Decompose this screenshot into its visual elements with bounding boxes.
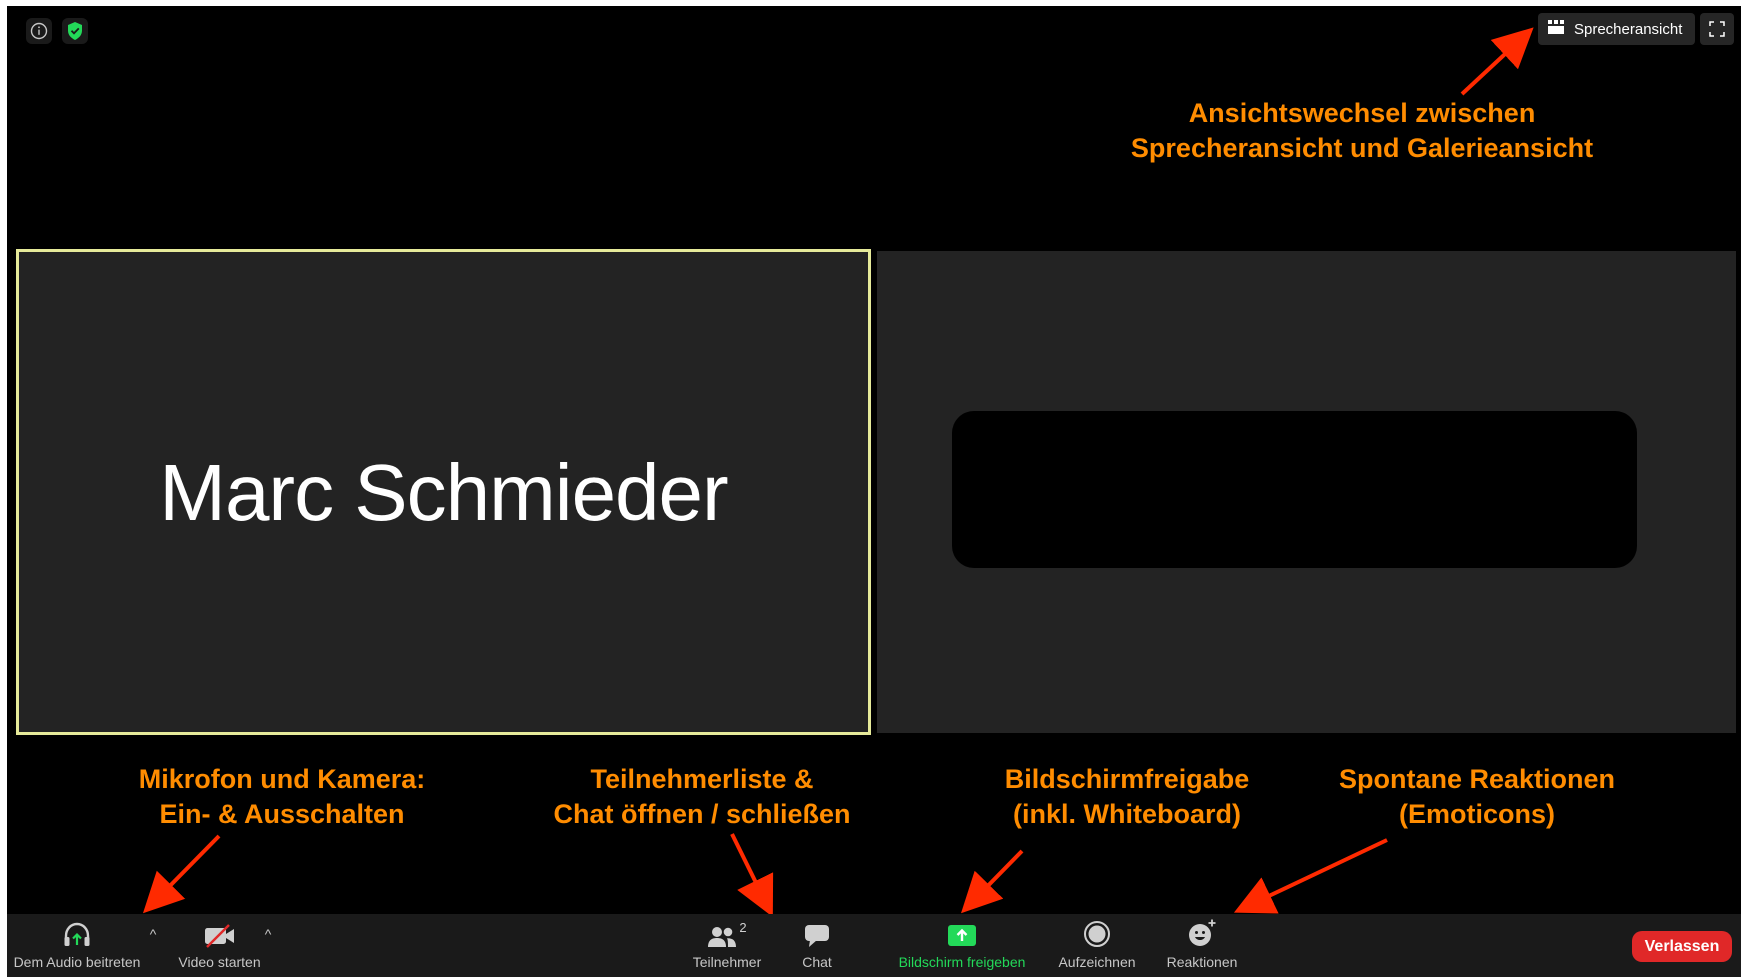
- active-speaker-tile: Marc Schmieder: [16, 249, 871, 735]
- reactions-label: Reaktionen: [1166, 954, 1238, 970]
- join-audio-label: Dem Audio beitreten: [13, 954, 141, 970]
- participants-icon: [708, 927, 737, 947]
- participant-tile: [877, 251, 1736, 733]
- participants-label: Teilnehmer: [692, 954, 762, 970]
- share-screen-icon: [948, 925, 976, 946]
- start-video-button[interactable]: Video starten: [157, 914, 282, 977]
- leave-meeting-button[interactable]: Verlassen: [1632, 931, 1732, 962]
- arrow-mic-camera: [142, 834, 221, 914]
- annotation-participants-chat: Teilnehmerliste & Chat öffnen / schließe…: [553, 764, 851, 829]
- fullscreen-button[interactable]: [1700, 13, 1734, 45]
- chat-icon: [805, 925, 829, 947]
- record-button[interactable]: Aufzeichnen: [1047, 914, 1147, 977]
- join-audio-button[interactable]: Dem Audio beitreten: [12, 914, 142, 977]
- arrow-screen-share: [961, 849, 1024, 914]
- share-screen-label: Bildschirm freigeben: [898, 954, 1026, 970]
- annotation-screen-share: Bildschirmfreigabe (inkl. Whiteboard): [1004, 764, 1250, 829]
- chat-button[interactable]: Chat: [787, 914, 847, 977]
- security-shield-icon[interactable]: [62, 18, 88, 44]
- redacted-box: [952, 411, 1637, 568]
- view-switch-button[interactable]: Sprecheransicht: [1538, 13, 1695, 45]
- start-video-label: Video starten: [178, 954, 261, 970]
- record-label: Aufzeichnen: [1058, 954, 1136, 970]
- annotation-view-switch: Ansichtswechsel zwischen Sprecheransicht…: [1130, 98, 1594, 163]
- annotation-mic-camera: Mikrofon und Kamera: Ein- & Ausschalten: [138, 764, 426, 829]
- record-icon: [1084, 921, 1110, 947]
- participants-count: 2: [739, 920, 747, 935]
- arrow-view-switch: [1460, 27, 1534, 96]
- reactions-icon: [1189, 919, 1216, 946]
- video-options-caret[interactable]: ^: [260, 926, 276, 942]
- chat-label: Chat: [802, 954, 832, 970]
- zoom-meeting-window: Sprecheransicht Ansichtswechsel zwischen…: [7, 6, 1741, 977]
- headphones-icon: [64, 922, 90, 946]
- video-off-icon: [204, 924, 234, 948]
- gallery-grid-icon: [1548, 20, 1564, 38]
- reactions-button[interactable]: Reaktionen: [1157, 914, 1247, 977]
- arrow-participants-chat: [730, 833, 774, 917]
- participants-button[interactable]: 2 Teilnehmer: [677, 914, 777, 977]
- info-icon[interactable]: [26, 18, 52, 44]
- fullscreen-icon: [1709, 21, 1725, 37]
- annotation-reactions: Spontane Reaktionen (Emoticons): [1338, 764, 1616, 829]
- participant-name: Marc Schmieder: [159, 448, 728, 537]
- view-switch-label: Sprecheransicht: [1574, 20, 1683, 38]
- meeting-toolbar: Dem Audio beitreten ^ Video starten ^ 2 …: [7, 914, 1741, 977]
- share-screen-button[interactable]: Bildschirm freigeben: [882, 914, 1042, 977]
- arrow-reactions: [1233, 838, 1388, 914]
